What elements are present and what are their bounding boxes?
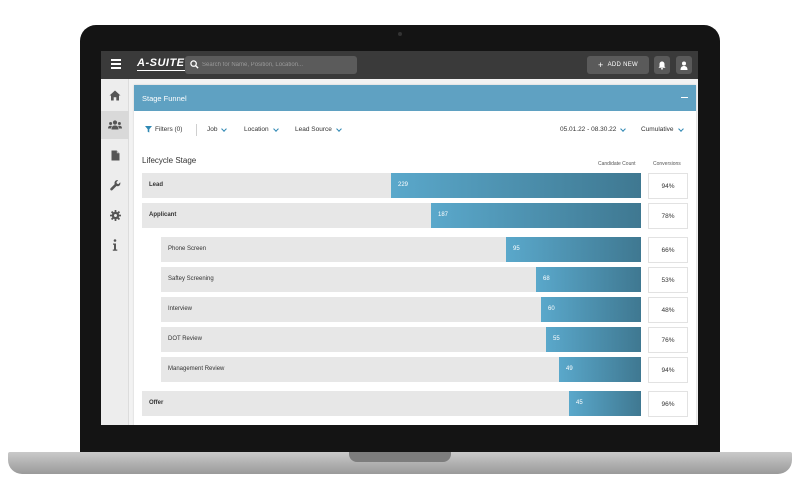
add-new-button[interactable]: + ADD NEW: [587, 56, 649, 74]
chevron-down-icon: [677, 125, 684, 132]
webcam: [398, 32, 402, 36]
chevron-down-icon: [336, 125, 342, 132]
chevron-down-icon: [272, 125, 279, 132]
date-range-label: 05.01.22 - 08.30.22: [560, 126, 617, 133]
candidate-count-value: 45: [576, 400, 583, 406]
sidebar-item-documents[interactable]: [101, 141, 129, 169]
candidate-count-value: 60: [548, 306, 555, 312]
job-filter-label: Job: [207, 126, 218, 133]
candidate-count-value: 68: [543, 276, 550, 282]
top-bar: A-SUITE + ADD NEW: [101, 51, 698, 79]
app-screen: A-SUITE + ADD NEW: [101, 51, 698, 425]
conversion-rate: 96%: [648, 391, 688, 417]
funnel-row[interactable]: Saftey Screening 68: [161, 267, 641, 292]
notifications-button[interactable]: [654, 56, 670, 74]
funnel-row[interactable]: Management Review 49: [161, 357, 641, 382]
conversions-header: Conversions: [653, 161, 681, 167]
candidate-count-header: Candidate Count: [598, 161, 636, 167]
candidate-count-value: 49: [566, 366, 573, 372]
profile-button[interactable]: [676, 56, 692, 74]
funnel-row[interactable]: Phone Screen 95: [161, 237, 641, 262]
stage-name: DOT Review: [168, 336, 202, 342]
conversion-rate: 66%: [648, 237, 688, 263]
stage-name: Interview: [168, 306, 193, 312]
users-icon: [108, 120, 122, 130]
user-icon: [680, 61, 688, 70]
candidate-count-bar: 60: [541, 297, 641, 322]
document-icon: [111, 150, 119, 160]
wrench-icon: [109, 179, 120, 190]
funnel-row[interactable]: Applicant 187: [142, 203, 641, 228]
filters-label: Filters (0): [155, 126, 183, 133]
candidate-count-bar: 95: [506, 237, 641, 262]
mode-select[interactable]: Cumulative: [641, 125, 684, 133]
filters-button[interactable]: Filters (0): [145, 126, 182, 133]
collapse-icon[interactable]: [681, 97, 688, 99]
mode-label: Cumulative: [641, 126, 674, 133]
funnel-row[interactable]: Offer 45: [142, 391, 641, 416]
stage-name: Lead: [149, 182, 164, 188]
menu-icon[interactable]: [111, 59, 121, 69]
candidate-count-value: 187: [438, 212, 449, 218]
filter-icon: [145, 126, 152, 133]
funnel-row[interactable]: Lead 229: [142, 173, 641, 198]
funnel-row[interactable]: Interview 60: [161, 297, 641, 322]
candidate-count-bar: 68: [536, 267, 641, 292]
card-title: Stage Funnel: [142, 93, 187, 103]
conversion-rate: 48%: [648, 297, 688, 323]
stage-funnel-card: Stage Funnel Filters (0) Job Location Le…: [134, 85, 696, 425]
filter-bar: Filters (0) Job Location Lead Source 05.…: [134, 121, 696, 141]
sidebar-item-settings[interactable]: [101, 201, 129, 229]
funnel-row[interactable]: DOT Review 55: [161, 327, 641, 352]
bell-icon: [658, 61, 666, 70]
lead-source-filter[interactable]: Lead Source: [295, 125, 342, 133]
candidate-count-bar: 49: [559, 357, 641, 382]
candidate-count-value: 229: [398, 182, 409, 188]
date-range-select[interactable]: 05.01.22 - 08.30.22: [560, 125, 627, 133]
candidate-count-bar: 55: [546, 327, 641, 352]
conversion-rate: 94%: [648, 357, 688, 383]
search-icon: [190, 60, 199, 69]
gear-icon: [109, 209, 121, 221]
stage-name: Applicant: [149, 212, 177, 218]
sidebar-item-candidates[interactable]: [101, 111, 129, 139]
conversion-rate: 53%: [648, 267, 688, 293]
sidebar-item-home[interactable]: [101, 81, 129, 109]
candidate-count-value: 55: [553, 336, 560, 342]
section-title: Lifecycle Stage: [142, 156, 197, 165]
stage-name: Offer: [149, 400, 164, 406]
candidate-count-bar: 229: [391, 173, 641, 198]
conversion-rate: 94%: [648, 173, 688, 199]
stage-name: Saftey Screening: [168, 276, 214, 282]
candidate-count-bar: 45: [569, 391, 641, 416]
conversion-rate: 76%: [648, 327, 688, 353]
sidebar-item-tools[interactable]: [101, 171, 129, 199]
sidebar: [101, 79, 129, 425]
search-box[interactable]: [185, 56, 357, 74]
app-logo[interactable]: A-SUITE: [137, 57, 185, 71]
home-icon: [109, 90, 121, 100]
sidebar-item-info[interactable]: [101, 231, 129, 259]
filter-divider: [196, 124, 197, 136]
location-filter-label: Location: [244, 126, 269, 133]
stage-name: Phone Screen: [168, 246, 207, 252]
stage-name: Management Review: [168, 366, 225, 372]
job-filter[interactable]: Job: [207, 125, 228, 133]
plus-icon: +: [598, 59, 604, 70]
lead-source-filter-label: Lead Source: [295, 126, 332, 133]
laptop-notch: [349, 452, 451, 462]
location-filter[interactable]: Location: [244, 125, 279, 133]
card-header: Stage Funnel: [134, 85, 696, 111]
candidate-count-value: 95: [513, 246, 520, 252]
add-new-label: ADD NEW: [607, 62, 638, 68]
candidate-count-bar: 187: [431, 203, 641, 228]
search-input[interactable]: [202, 56, 352, 74]
chevron-down-icon: [620, 125, 627, 132]
chevron-down-icon: [221, 125, 228, 132]
conversion-rate: 78%: [648, 203, 688, 229]
info-icon: [112, 239, 118, 251]
